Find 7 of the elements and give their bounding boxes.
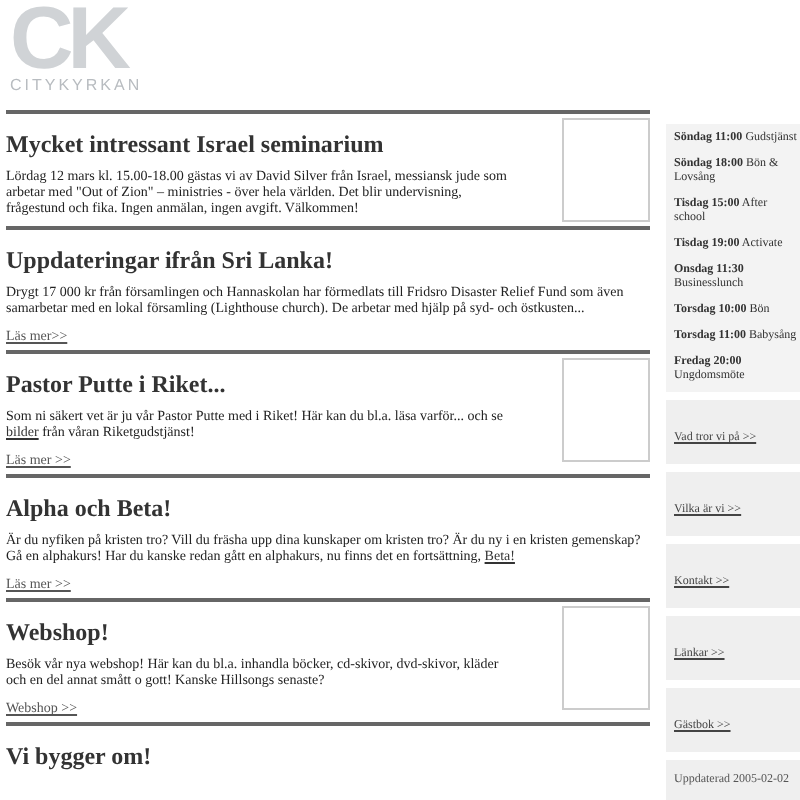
article-title: Vi bygger om! bbox=[6, 742, 154, 772]
article-title: Pastor Putte i Riket... bbox=[6, 370, 228, 400]
article-title: Webshop! bbox=[6, 618, 111, 648]
logo-name: CITYKYRKAN bbox=[10, 76, 143, 94]
article-title: Alpha och Beta! bbox=[6, 494, 174, 524]
article-title: Mycket intressant Israel seminarium bbox=[6, 130, 386, 160]
article-title: Uppdateringar ifrån Sri Lanka! bbox=[6, 246, 335, 276]
